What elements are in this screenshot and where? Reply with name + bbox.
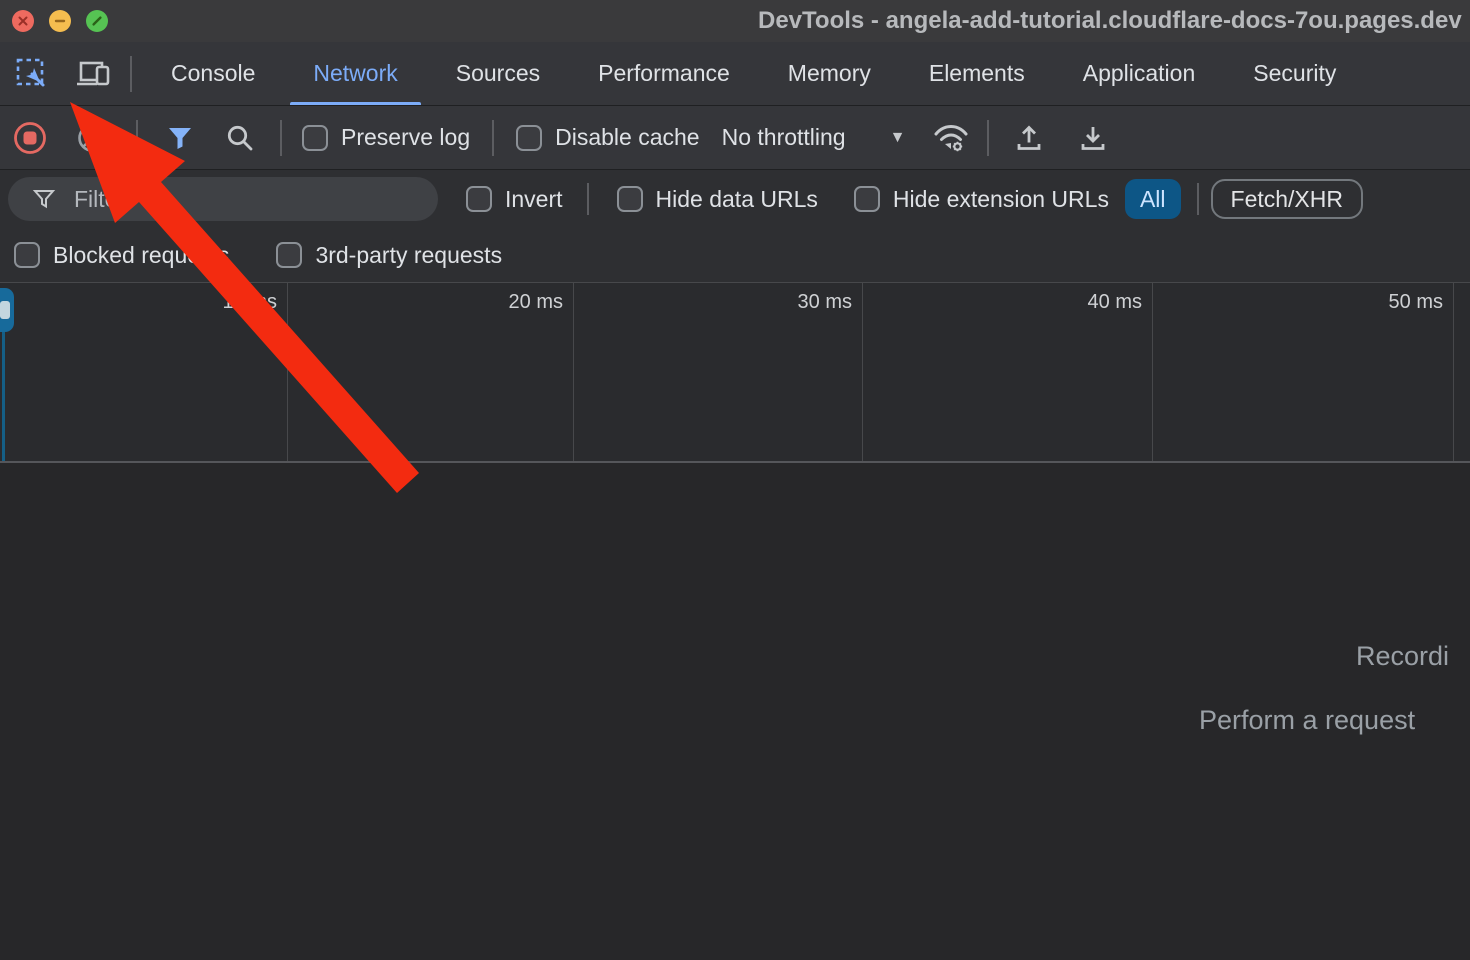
hide-data-urls-checkbox[interactable] <box>617 186 643 212</box>
request-type-chip-all[interactable]: All <box>1125 179 1181 219</box>
tab-application[interactable]: Application <box>1054 42 1225 106</box>
preserve-log-checkbox[interactable] <box>302 125 328 151</box>
disable-cache-checkbox[interactable] <box>516 125 542 151</box>
timeline-gridline <box>573 283 574 461</box>
network-conditions-button[interactable] <box>929 116 973 160</box>
blocked-requests-label: Blocked requests <box>53 242 229 269</box>
network-overview-timeline[interactable]: 10 ms 20 ms 30 ms 40 ms 50 ms <box>0 283 1470 463</box>
third-party-requests-checkbox[interactable] <box>276 242 302 268</box>
import-har-button[interactable] <box>1007 116 1051 160</box>
throttling-value: No throttling <box>722 124 846 151</box>
inspect-element-button[interactable] <box>10 52 54 96</box>
hide-extension-urls-checkbox[interactable] <box>854 186 880 212</box>
preserve-log-toggle[interactable]: Preserve log <box>302 124 470 151</box>
close-icon <box>17 15 29 27</box>
throttling-select[interactable]: No throttling ▼ <box>722 124 906 151</box>
filter-row: Invert Hide data URLs Hide extension URL… <box>0 170 1470 228</box>
filter-section: Invert Hide data URLs Hide extension URL… <box>0 170 1470 283</box>
funnel-icon <box>166 124 194 152</box>
upload-icon <box>1014 123 1044 153</box>
toolbar-separator <box>136 120 138 156</box>
drag-grip-icon <box>0 301 10 319</box>
invert-toggle[interactable]: Invert <box>466 186 563 213</box>
filter-toggle-button[interactable] <box>158 116 202 160</box>
toolbar-separator <box>492 120 494 156</box>
hide-data-urls-toggle[interactable]: Hide data URLs <box>617 186 818 213</box>
record-network-log-button[interactable] <box>8 116 52 160</box>
fullscreen-icon <box>91 15 103 27</box>
empty-state-hint-text: Perform a request <box>1199 705 1415 736</box>
request-toggles-row: Blocked requests 3rd-party requests <box>0 228 1470 283</box>
wifi-gear-icon <box>932 122 970 154</box>
requests-pane: Recordi Perform a request <box>0 463 1470 960</box>
hide-data-urls-label: Hide data URLs <box>656 186 818 213</box>
clear-icon <box>76 122 108 154</box>
macos-traffic-lights <box>12 10 108 32</box>
timeline-tick: 20 ms <box>463 291 563 314</box>
timeline-tick: 30 ms <box>752 291 852 314</box>
timeline-tick: 40 ms <box>1042 291 1142 314</box>
filter-separator <box>587 183 589 215</box>
blocked-requests-toggle[interactable]: Blocked requests <box>14 242 229 269</box>
export-har-button[interactable] <box>1071 116 1115 160</box>
record-stop-icon <box>12 120 48 156</box>
search-button[interactable] <box>218 116 262 160</box>
close-window-button[interactable] <box>12 10 34 32</box>
tab-elements[interactable]: Elements <box>900 42 1054 106</box>
toolbar-separator <box>987 120 989 156</box>
tabbar-separator <box>130 56 132 92</box>
devtools-tabbar: Console Network Sources Performance Memo… <box>0 42 1470 106</box>
third-party-requests-label: 3rd-party requests <box>315 242 502 269</box>
zoom-window-button[interactable] <box>86 10 108 32</box>
tab-security[interactable]: Security <box>1224 42 1365 106</box>
device-toolbar-icon <box>75 57 113 91</box>
minimize-icon <box>54 15 66 27</box>
timeline-drag-handle[interactable] <box>0 288 14 332</box>
empty-state-recording-text: Recordi <box>1356 641 1449 672</box>
minimize-window-button[interactable] <box>49 10 71 32</box>
network-toolbar: Preserve log Disable cache No throttling… <box>0 106 1470 170</box>
funnel-outline-icon <box>32 187 56 211</box>
toggle-device-toolbar-button[interactable] <box>72 52 116 96</box>
chevron-down-icon: ▼ <box>890 129 906 147</box>
timeline-gridline <box>1453 283 1454 461</box>
panel-tabs: Console Network Sources Performance Memo… <box>142 42 1365 106</box>
timeline-left-edge-line <box>2 330 5 461</box>
timeline-tick: 50 ms <box>1343 291 1443 314</box>
third-party-requests-toggle[interactable]: 3rd-party requests <box>276 242 502 269</box>
timeline-tick: 10 ms <box>177 291 277 314</box>
toolbar-separator <box>280 120 282 156</box>
tab-network[interactable]: Network <box>284 42 426 106</box>
download-icon <box>1078 123 1108 153</box>
filter-input[interactable] <box>74 186 374 213</box>
tab-memory[interactable]: Memory <box>759 42 900 106</box>
timeline-gridline <box>862 283 863 461</box>
tab-console[interactable]: Console <box>142 42 284 106</box>
inspect-cursor-icon <box>14 56 50 92</box>
filter-input-container[interactable] <box>8 177 438 221</box>
invert-label: Invert <box>505 186 563 213</box>
window-titlebar: DevTools - angela-add-tutorial.cloudflar… <box>0 0 1470 42</box>
disable-cache-label: Disable cache <box>555 124 699 151</box>
timeline-gridline <box>287 283 288 461</box>
blocked-requests-checkbox[interactable] <box>14 242 40 268</box>
request-type-chip-fetch-xhr[interactable]: Fetch/XHR <box>1211 179 1363 219</box>
window-title: DevTools - angela-add-tutorial.cloudflar… <box>758 0 1462 42</box>
disable-cache-toggle[interactable]: Disable cache <box>516 124 699 151</box>
invert-checkbox[interactable] <box>466 186 492 212</box>
filter-separator <box>1197 183 1199 215</box>
hide-extension-urls-label: Hide extension URLs <box>893 186 1109 213</box>
tab-performance[interactable]: Performance <box>569 42 759 106</box>
search-icon <box>225 123 255 153</box>
timeline-gridline <box>1152 283 1153 461</box>
clear-network-log-button[interactable] <box>70 116 114 160</box>
tab-sources[interactable]: Sources <box>427 42 569 106</box>
hide-extension-urls-toggle[interactable]: Hide extension URLs <box>854 186 1109 213</box>
preserve-log-label: Preserve log <box>341 124 470 151</box>
